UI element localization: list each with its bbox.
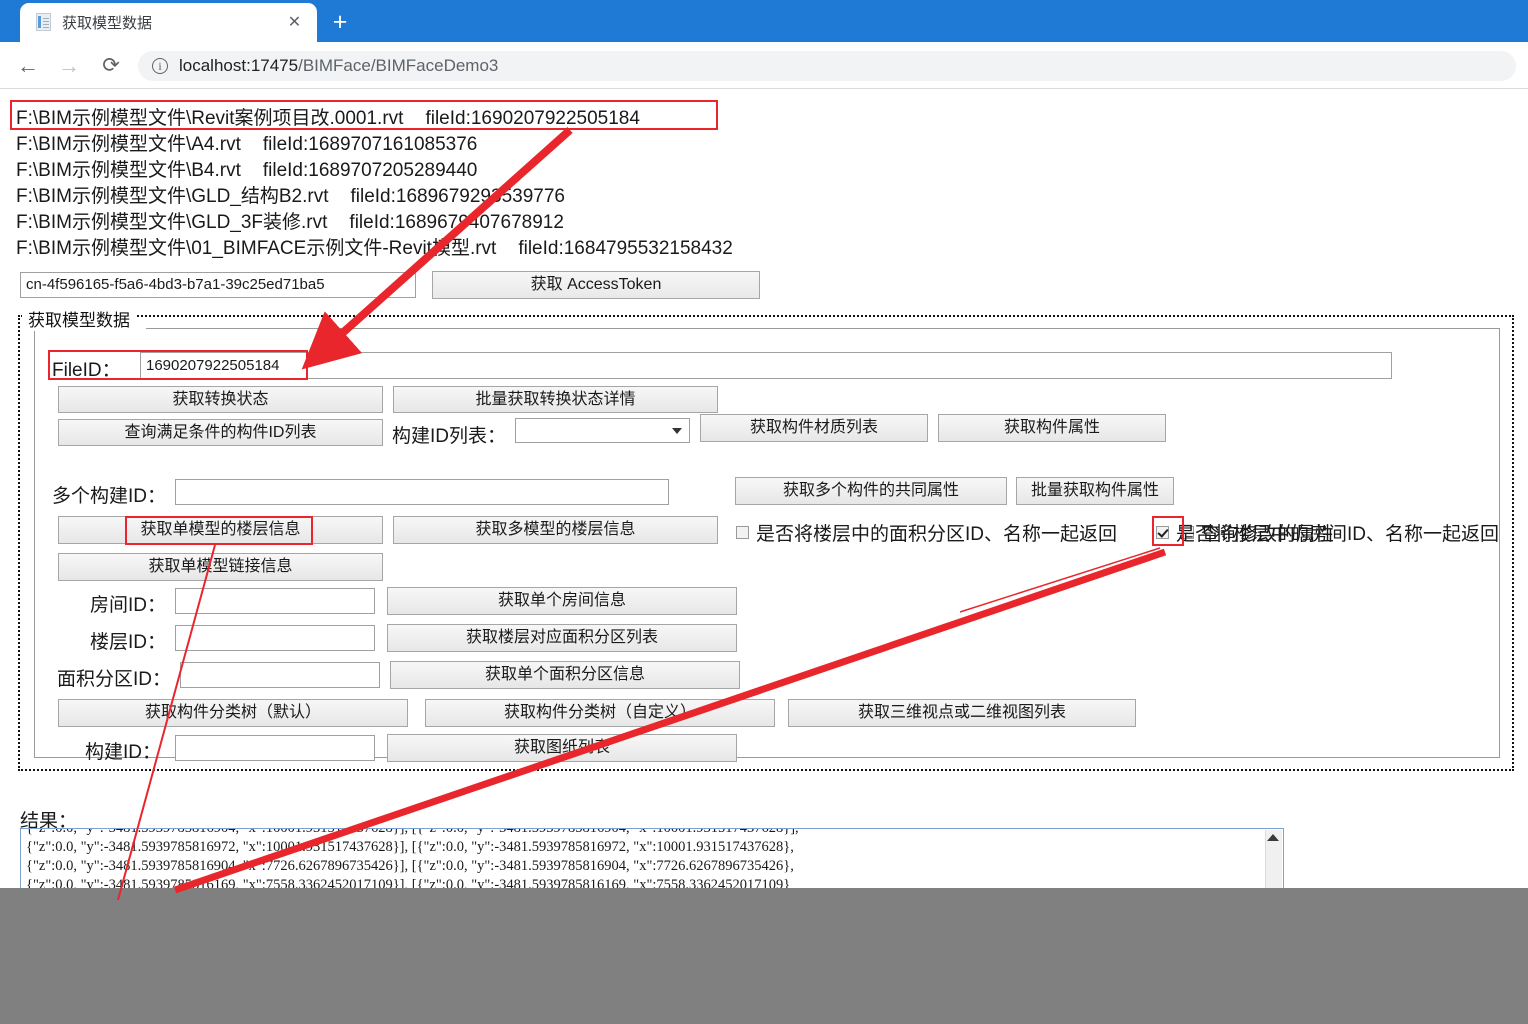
batch-get-element-property-button[interactable]: 批量获取构件属性 — [1016, 477, 1174, 505]
reload-icon[interactable]: ⟳ — [95, 50, 127, 82]
get-single-model-floor-info-button[interactable]: 获取单模型的楼层信息 — [58, 516, 383, 544]
return-room-label: 是否将楼层中的房间ID、名称一起返回 — [1176, 524, 1500, 545]
file-id: fileId:1689707205289440 — [262, 160, 478, 181]
new-tab-icon[interactable]: + — [325, 8, 355, 38]
tab-strip: 获取模型数据 ✕ + — [0, 0, 1528, 42]
return-room-checkbox-wrap[interactable]: 是否将楼层中的房间ID、名称一起返回 — [1156, 519, 1499, 546]
room-id-input[interactable] — [175, 588, 375, 614]
file-id: fileId:1689707161085376 — [262, 134, 478, 155]
get-floor-area-zone-list-button[interactable]: 获取楼层对应面积分区列表 — [387, 624, 737, 652]
inner-panel-border-seg-right — [146, 328, 1500, 329]
get-convert-status-button[interactable]: 获取转换状态 — [58, 386, 383, 413]
get-drawing-list-button[interactable]: 获取图纸列表 — [387, 734, 737, 762]
file-list-item: F:\BIM示例模型文件\B4.rvt fileId:16897072052894… — [16, 155, 477, 182]
return-room-checkbox[interactable] — [1156, 526, 1169, 539]
get-single-area-zone-info-button[interactable]: 获取单个面积分区信息 — [390, 661, 740, 689]
access-token-input[interactable]: cn-4f596165-f5a6-4bd3-b7a1-39c25ed71ba5 — [20, 272, 416, 298]
file-path: F:\BIM示例模型文件\A4.rvt — [16, 134, 241, 155]
file-path: F:\BIM示例模型文件\01_BIMFACE示例文件-Revit模型.rvt — [16, 238, 497, 259]
model-data-group-legend: 获取模型数据 — [22, 306, 136, 331]
fileid-input[interactable]: 1690207922505184 — [140, 352, 1392, 379]
get-access-token-button[interactable]: 获取 AccessToken — [432, 271, 760, 299]
return-area-zone-checkbox[interactable] — [736, 526, 749, 539]
get-single-model-link-info-button[interactable]: 获取单模型链接信息 — [58, 553, 383, 581]
get-element-material-list-button[interactable]: 获取构件材质列表 — [700, 414, 928, 442]
multi-element-id-input[interactable] — [175, 479, 669, 505]
floor-id-input[interactable] — [175, 625, 375, 651]
file-path: F:\BIM示例模型文件\GLD_3F装修.rvt — [16, 212, 328, 233]
file-list-item: F:\BIM示例模型文件\GLD_结构B2.rvt fileId:16896792… — [16, 181, 565, 208]
file-list-item: F:\BIM示例模型文件\A4.rvt fileId:16897071610853… — [16, 129, 477, 156]
file-id: fileId:1684795532158432 — [518, 238, 733, 259]
scroll-up-icon[interactable] — [1267, 834, 1279, 841]
get-multi-model-floor-info-button[interactable]: 获取多模型的楼层信息 — [393, 516, 718, 544]
get-element-property-button[interactable]: 获取构件属性 — [938, 414, 1166, 442]
query-element-id-list-button[interactable]: 查询满足条件的构件ID列表 — [58, 419, 383, 446]
file-path: F:\BIM示例模型文件\GLD_结构B2.rvt — [16, 186, 329, 207]
browser-chrome: 获取模型数据 ✕ + — [0, 0, 1528, 42]
address-bar-url: localhost:17475/BIMFace/BIMFaceDemo3 — [179, 56, 498, 76]
area-zone-id-input[interactable] — [180, 662, 380, 688]
browser-tab[interactable]: 获取模型数据 ✕ — [20, 3, 317, 42]
page-favicon-icon — [34, 13, 53, 32]
get-single-room-info-button[interactable]: 获取单个房间信息 — [387, 587, 737, 615]
site-info-icon[interactable]: i — [152, 58, 168, 74]
tab-title: 获取模型数据 — [62, 15, 153, 32]
back-icon[interactable]: ← — [12, 50, 44, 82]
forward-icon[interactable]: → — [53, 50, 85, 82]
file-id: fileId:1690207922505184 — [425, 108, 640, 129]
get-view-list-button[interactable]: 获取三维视点或二维视图列表 — [788, 699, 1136, 727]
batch-get-convert-status-detail-button[interactable]: 批量获取转换状态详情 — [393, 386, 718, 413]
file-id: fileId:1689679407678912 — [349, 212, 564, 233]
room-id-label: 房间ID： — [90, 595, 167, 616]
element-id-input[interactable] — [175, 735, 375, 761]
multi-element-id-label: 多个构建ID： — [52, 486, 167, 507]
area-zone-id-label: 面积分区ID： — [57, 669, 172, 690]
element-id-list-select[interactable] — [515, 418, 690, 443]
element-id-label: 构建ID： — [85, 742, 162, 763]
page-content: F:\BIM示例模型文件\Revit案例项目改.0001.rvt fileId:1… — [0, 90, 1528, 1024]
return-area-zone-checkbox-wrap[interactable]: 是否将楼层中的面积分区ID、名称一起返回 — [736, 519, 1117, 546]
return-area-zone-label: 是否将楼层中的面积分区ID、名称一起返回 — [756, 524, 1118, 545]
file-list-item: F:\BIM示例模型文件\GLD_3F装修.rvt fileId:16896794… — [16, 207, 564, 234]
file-path: F:\BIM示例模型文件\Revit案例项目改.0001.rvt — [16, 108, 404, 129]
close-icon[interactable]: ✕ — [286, 14, 303, 31]
file-path: F:\BIM示例模型文件\B4.rvt — [16, 160, 241, 181]
file-list-item: F:\BIM示例模型文件\Revit案例项目改.0001.rvt fileId:1… — [16, 103, 640, 130]
file-id: fileId:1689679293539776 — [350, 186, 565, 207]
address-bar[interactable]: i localhost:17475/BIMFace/BIMFaceDemo3 — [138, 51, 1516, 81]
floor-id-label: 楼层ID： — [90, 632, 167, 653]
url-path: /BIMFace/BIMFaceDemo3 — [298, 56, 499, 75]
screen-bottom-overlay — [0, 888, 1528, 1024]
file-list-item: F:\BIM示例模型文件\01_BIMFACE示例文件-Revit模型.rvt f… — [16, 233, 733, 260]
get-element-tree-default-button[interactable]: 获取构件分类树（默认） — [58, 699, 408, 727]
get-element-tree-custom-button[interactable]: 获取构件分类树（自定义） — [425, 699, 775, 727]
get-common-property-multi-button[interactable]: 获取多个构件的共同属性 — [735, 477, 1007, 505]
fileid-label: FileID： — [52, 360, 121, 381]
url-host: localhost:17475 — [179, 56, 299, 75]
chevron-down-icon — [672, 427, 682, 434]
element-id-list-label: 构建ID列表： — [392, 426, 507, 447]
